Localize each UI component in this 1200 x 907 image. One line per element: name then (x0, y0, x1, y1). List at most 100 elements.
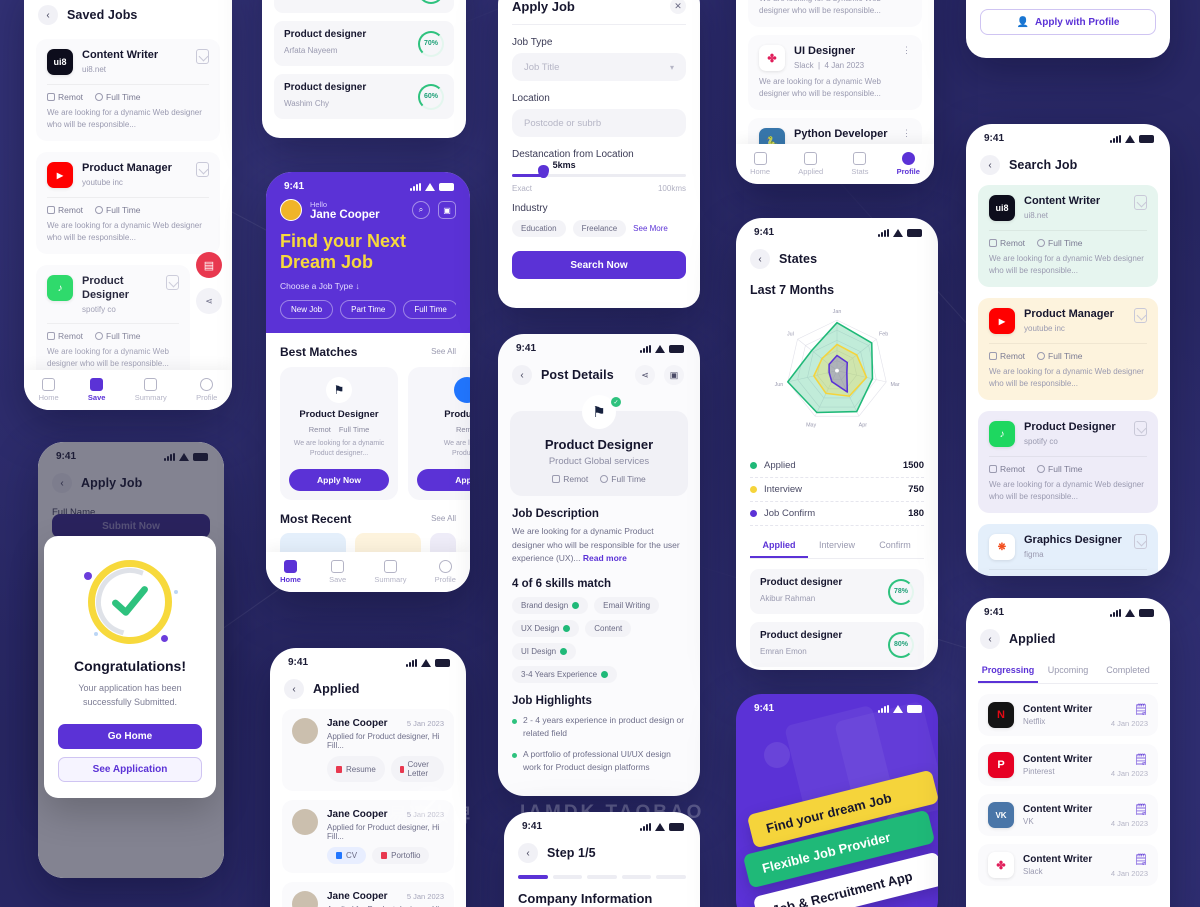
location-input[interactable]: Postcode or subrb (512, 109, 686, 137)
bookmark-icon[interactable] (196, 49, 209, 64)
status-bar: 9:41 (736, 218, 938, 241)
note-icon[interactable]: 🗒 (1111, 703, 1148, 716)
job-card[interactable]: ♪ Product Designer spotify co Remot Full… (978, 411, 1158, 513)
skill-chip: UI Design (512, 642, 577, 660)
job-card[interactable]: ▶ Product Manager youtube inc Remot Full… (36, 152, 220, 254)
applied-row[interactable]: Jane Cooper 5 Jan 2023 Applied for Produ… (282, 882, 454, 907)
applied-card[interactable]: P Content Writer Pinterest 🗒 4 Jan 2023 (978, 744, 1158, 786)
job-card-swiped[interactable]: ♪ Product Designer spotify co Remot Full… (36, 265, 190, 380)
note-icon[interactable]: 🗒 (1111, 803, 1148, 816)
industry-chip-freelance[interactable]: Freelance (572, 220, 627, 237)
job-type-chip-part-time[interactable]: Part Time (340, 299, 397, 319)
job-type-select[interactable]: Job Title ▾ (512, 53, 686, 81)
back-button[interactable]: ‹ (38, 5, 58, 25)
save-icon[interactable]: ▣ (664, 365, 684, 385)
tab-save[interactable]: Save (329, 560, 346, 584)
tab-home[interactable]: Home (280, 560, 301, 584)
applied-row[interactable]: Jane Cooper 5 Jan 2023 Applied for Produ… (282, 709, 454, 791)
candidate-row[interactable]: Product designer Washim Chy 60% (274, 74, 454, 119)
tab-summary[interactable]: Summary (374, 560, 406, 584)
tab-profile[interactable]: Profile (196, 378, 217, 402)
share-job-button[interactable]: ⋖ (196, 288, 222, 314)
back-button[interactable]: ‹ (980, 629, 1000, 649)
tab-home[interactable]: Home (39, 378, 59, 402)
read-more-link[interactable]: Read more (583, 553, 627, 563)
see-more-link[interactable]: See More (633, 224, 668, 233)
go-home-button[interactable]: Go Home (58, 723, 202, 749)
notification-icon[interactable]: ▣ (438, 201, 456, 219)
search-icon[interactable]: ⌕ (412, 201, 430, 219)
tab-progressing[interactable]: Progressing (978, 659, 1038, 683)
attachment-chip-portfolio[interactable]: Portoflio (372, 847, 430, 864)
applied-card[interactable]: VK Content Writer VK 🗒 4 Jan 2023 (978, 794, 1158, 836)
applied-card[interactable]: ✤ Content Writer Slack 🗒 4 Jan 2023 (978, 844, 1158, 886)
tab-summary[interactable]: Summary (135, 378, 167, 402)
page-title: Applied (313, 682, 360, 696)
industry-chip-education[interactable]: Education (512, 220, 566, 237)
tab-confirm[interactable]: Confirm (866, 534, 924, 558)
note-icon[interactable]: 🗒 (1111, 853, 1148, 866)
job-type-chip-new-job[interactable]: New Job (280, 299, 334, 319)
tab-profile[interactable]: Profile (897, 152, 920, 176)
attachment-chip-cover-letter[interactable]: Cover Letter (390, 756, 444, 782)
chevron-down-icon: ▾ (669, 62, 674, 72)
see-all-link[interactable]: See All (431, 514, 456, 523)
candidate-row[interactable]: Product designer Emran Emon 80% (274, 0, 454, 13)
more-icon[interactable]: ⋮ (902, 45, 911, 56)
apply-with-profile-button[interactable]: 👤 Apply with Profile (980, 9, 1156, 35)
share-icon[interactable]: ⋖ (635, 365, 655, 385)
best-match-card[interactable]: Product D Remot We are looking Product d… (408, 366, 470, 500)
tab-stats[interactable]: Stats (851, 152, 868, 176)
back-button[interactable]: ‹ (980, 155, 1000, 175)
skill-chip: Brand design (512, 596, 589, 614)
bookmark-icon[interactable] (1134, 308, 1147, 323)
delete-job-button[interactable]: ▤ (196, 252, 222, 278)
apply-button[interactable]: Apply (417, 468, 470, 491)
bookmark-icon[interactable] (1134, 421, 1147, 436)
job-remote: Remot (308, 424, 331, 434)
candidate-name: Akibur Rahman (760, 594, 816, 603)
note-icon[interactable]: 🗒 (1111, 753, 1148, 766)
back-button[interactable]: ‹ (284, 679, 304, 699)
tab-applied[interactable]: Applied (750, 534, 808, 558)
more-icon[interactable]: ⋮ (902, 128, 911, 139)
bookmark-icon[interactable] (1134, 195, 1147, 210)
tab-home[interactable]: Home (750, 152, 770, 176)
job-card[interactable]: ui8 Content Writer ui8.net Remot Full Ti… (36, 39, 220, 141)
bookmark-icon[interactable] (196, 162, 209, 177)
job-card[interactable]: ❋ Graphics Designer figma Remot Full Tim… (978, 524, 1158, 576)
bookmark-icon[interactable] (1134, 534, 1147, 549)
feed-card[interactable]: VK VK | 4 Jan 2023 ⋮ We are looking for … (748, 0, 922, 27)
job-card[interactable]: ▶ Product Manager youtube inc Remot Full… (978, 298, 1158, 400)
signal-icon (406, 658, 417, 667)
back-button[interactable]: ‹ (750, 249, 770, 269)
applied-card[interactable]: N Content Writer Netflix 🗒 4 Jan 2023 (978, 694, 1158, 736)
job-card[interactable]: ui8 Content Writer ui8.net Remot Full Ti… (978, 185, 1158, 287)
apply-now-button[interactable]: Apply Now (289, 468, 389, 491)
tab-save[interactable]: Save (88, 378, 105, 402)
attachment-chip-cv[interactable]: CV (327, 847, 367, 864)
tab-interview[interactable]: Interview (808, 534, 866, 558)
avatar[interactable] (280, 199, 302, 221)
tab-completed[interactable]: Completed (1098, 659, 1158, 683)
candidate-row[interactable]: Product designer Emran Emon 80% (750, 622, 924, 667)
candidate-row[interactable]: Product designer Akibur Rahman 78% (750, 569, 924, 614)
feed-card[interactable]: ✤ UI Designer Slack | 4 Jan 2023 ⋮ We ar… (748, 35, 922, 110)
close-icon[interactable]: ✕ (670, 0, 686, 14)
back-button[interactable]: ‹ (518, 843, 538, 863)
search-now-button[interactable]: Search Now (512, 251, 686, 279)
see-all-link[interactable]: See All (431, 347, 456, 356)
applied-icon (804, 152, 818, 165)
tab-applied[interactable]: Applied (798, 152, 823, 176)
bookmark-icon[interactable] (166, 275, 179, 290)
back-button[interactable]: ‹ (512, 365, 532, 385)
status-time: 9:41 (984, 133, 1005, 144)
tab-profile[interactable]: Profile (435, 560, 456, 584)
candidate-row[interactable]: Product designer Arfata Nayeem 70% (274, 21, 454, 66)
best-match-card[interactable]: ⚑ Product Designer Remot Full Time We ar… (280, 366, 398, 500)
job-type-chip-full-time[interactable]: Full Time (403, 299, 456, 319)
distance-slider[interactable]: 5kms (512, 160, 686, 178)
attachment-chip-resume[interactable]: Resume (327, 756, 385, 782)
see-application-button[interactable]: See Application (58, 756, 202, 782)
tab-upcoming[interactable]: Upcoming (1038, 659, 1098, 683)
